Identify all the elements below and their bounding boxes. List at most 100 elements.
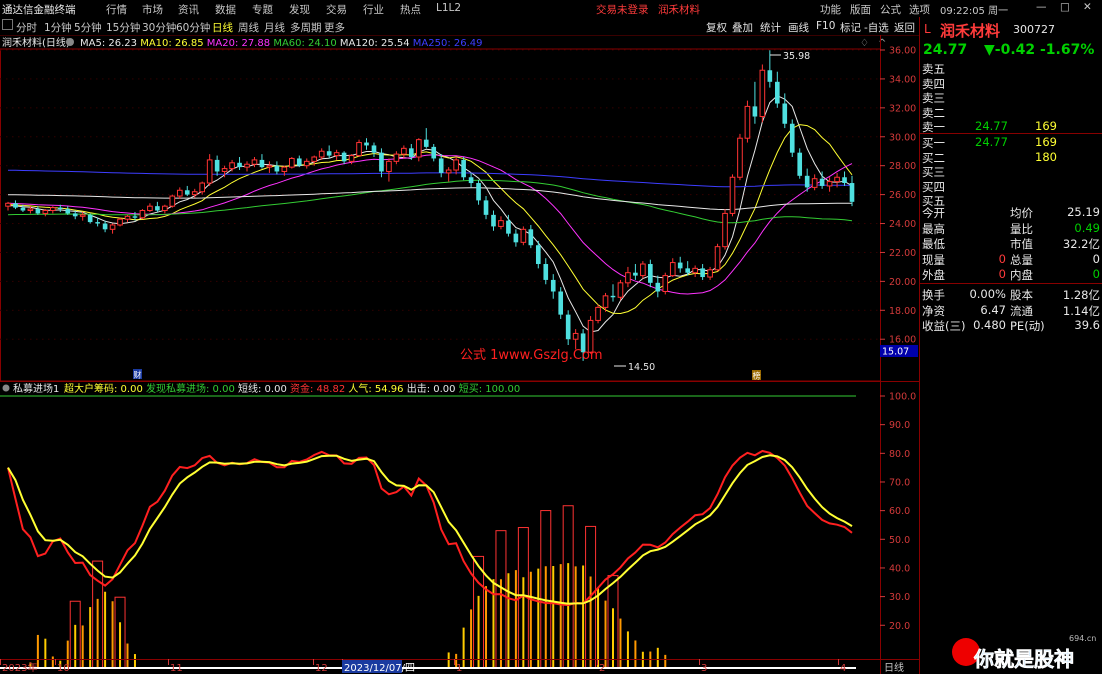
- period-tab[interactable]: 15分钟: [106, 20, 140, 35]
- quote-stat-lv: 0: [998, 251, 1006, 266]
- candle-body-down: [782, 103, 788, 124]
- candle-body-down: [677, 262, 683, 269]
- trade-login-alert[interactable]: 交易未登录: [596, 2, 649, 17]
- date-tick-label: 2023/12/07/四: [344, 663, 415, 674]
- period-tab[interactable]: 多周期: [290, 20, 322, 35]
- candle-body-up: [722, 212, 728, 248]
- candle: [842, 171, 847, 186]
- toolbar-button[interactable]: F10: [816, 20, 835, 34]
- maximize-icon[interactable]: □: [1060, 1, 1070, 13]
- order-book-row[interactable]: 卖一 24.77 169: [920, 119, 1102, 134]
- toolbar-button[interactable]: 标记: [840, 20, 861, 34]
- toolbar-button[interactable]: 返回: [894, 20, 915, 34]
- candle: [617, 279, 624, 301]
- candle: [648, 259, 653, 288]
- toolbar-button[interactable]: -自选: [864, 20, 889, 34]
- toolbar-button[interactable]: 复权: [706, 20, 727, 34]
- menu-item[interactable]: 行业: [363, 2, 384, 17]
- order-book-row[interactable]: 卖五: [920, 61, 1102, 76]
- order-book-vol: 180: [1035, 149, 1057, 164]
- menu-right-item[interactable]: 版面: [850, 2, 871, 17]
- candle: [714, 243, 721, 272]
- toolbar-button[interactable]: 画线: [788, 20, 809, 34]
- order-book-vol: 169: [1035, 135, 1057, 149]
- candle-body-down: [849, 183, 855, 202]
- period-tab[interactable]: 5分钟: [74, 20, 102, 35]
- period-tab[interactable]: 更多: [324, 20, 345, 35]
- stock-alert[interactable]: 润禾材料: [658, 2, 700, 17]
- candle: [266, 161, 273, 173]
- ma-legend: MA5: 26.23 MA10: 26.85 MA20: 27.88 MA60:…: [80, 38, 483, 49]
- period-tab[interactable]: 60分钟: [176, 20, 210, 35]
- menu-item[interactable]: 交易: [326, 2, 347, 17]
- candle-body-down: [610, 295, 616, 298]
- candle-body-down: [431, 146, 437, 159]
- order-book-row[interactable]: 卖三: [920, 90, 1102, 105]
- candle-body-down: [87, 214, 93, 223]
- period-tab[interactable]: 周线: [238, 20, 259, 35]
- menu-right-item[interactable]: 公式: [880, 2, 901, 17]
- quote-stat-r: 量比: [1010, 221, 1033, 236]
- order-book-row[interactable]: 买四: [920, 179, 1102, 194]
- close-icon[interactable]: ✕: [1083, 1, 1092, 13]
- candle: [139, 209, 146, 220]
- menu-item[interactable]: 市场: [142, 2, 163, 17]
- panel-toggle-icon[interactable]: [2, 19, 13, 30]
- minimize-icon[interactable]: —: [1036, 1, 1047, 13]
- order-book-row[interactable]: 卖二: [920, 105, 1102, 120]
- menu-item[interactable]: 资讯: [178, 2, 199, 17]
- menu-item[interactable]: 数据: [215, 2, 236, 17]
- period-tab-active[interactable]: 日线: [212, 20, 233, 35]
- candle: [124, 214, 131, 223]
- menu-right-item[interactable]: 功能: [820, 2, 841, 17]
- period-tab[interactable]: 1分钟: [44, 20, 72, 35]
- period-tab[interactable]: 分时: [16, 20, 37, 35]
- candle-body-down: [296, 158, 302, 166]
- candle-body-down: [700, 268, 705, 278]
- candle-body-up: [27, 208, 34, 212]
- menu-item[interactable]: L1L2: [436, 2, 461, 14]
- chart-expand-icon[interactable]: ^: [878, 38, 886, 49]
- candle: [453, 157, 459, 175]
- candle-body-down: [461, 159, 466, 178]
- menu-item[interactable]: 专题: [252, 2, 273, 17]
- candle-body-down: [767, 70, 773, 82]
- toolbar-button[interactable]: 叠加: [732, 20, 753, 34]
- indicator-toggle-icon[interactable]: [2, 384, 10, 392]
- date-tick-label: 10: [57, 663, 70, 674]
- candle: [35, 206, 41, 215]
- candle: [849, 175, 855, 207]
- candle: [811, 174, 818, 191]
- quote-stat-row: 净资 6.47 流通 1.14亿: [920, 303, 1102, 318]
- period-tab[interactable]: 30分钟: [142, 20, 176, 35]
- candle: [259, 154, 265, 169]
- candle-body-up: [356, 142, 362, 157]
- menu-item[interactable]: 行情: [106, 2, 127, 17]
- candle: [640, 261, 646, 279]
- menu-right-item[interactable]: 选项: [909, 2, 930, 17]
- chart-pin-icon[interactable]: ♢: [860, 38, 869, 49]
- candle: [333, 149, 340, 160]
- order-book-row[interactable]: 买一 24.77 169: [920, 135, 1102, 150]
- indicator-tick-label: 30.0: [889, 592, 910, 603]
- order-book-row[interactable]: 买三: [920, 164, 1102, 179]
- menu-item[interactable]: 发现: [289, 2, 310, 17]
- menu-item[interactable]: 热点: [400, 2, 421, 17]
- toolbar-button[interactable]: 统计: [760, 20, 781, 34]
- legend-toggle-icon[interactable]: [66, 38, 74, 46]
- candle-body-up: [221, 168, 228, 172]
- order-book-row[interactable]: 买二 180: [920, 149, 1102, 165]
- period-tab[interactable]: 月线: [264, 20, 285, 35]
- candle-body-down: [72, 213, 78, 217]
- date-tick-label: 3: [701, 663, 707, 674]
- candle: [5, 201, 11, 211]
- candle-body-down: [214, 159, 220, 172]
- order-book-price: 24.77: [975, 119, 1008, 133]
- kline-chart[interactable]: 润禾材料(日线) MA5: 26.23 MA10: 26.85 MA20: 27…: [0, 35, 919, 674]
- candle: [274, 161, 280, 175]
- price-tick-label: 30.00: [889, 132, 916, 143]
- candle-body-down: [468, 177, 474, 184]
- candle-body-down: [842, 177, 847, 184]
- order-book-row[interactable]: 卖四: [920, 76, 1102, 91]
- candle: [498, 216, 504, 230]
